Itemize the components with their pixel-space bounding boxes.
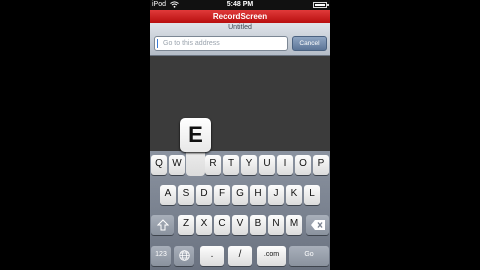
key-preview-popup: E bbox=[180, 118, 211, 176]
key-a[interactable]: A bbox=[160, 185, 176, 205]
key-k[interactable]: K bbox=[286, 185, 302, 205]
key-p[interactable]: P bbox=[313, 155, 329, 175]
key-preview-letter: E bbox=[180, 118, 211, 152]
page-title: Untitled bbox=[228, 24, 252, 31]
key-f[interactable]: F bbox=[214, 185, 230, 205]
shift-arrow-icon bbox=[156, 219, 169, 234]
go-key[interactable]: Go bbox=[289, 246, 329, 266]
dot-key[interactable]: . bbox=[200, 246, 224, 266]
key-j[interactable]: J bbox=[268, 185, 284, 205]
key-m[interactable]: M bbox=[286, 215, 302, 235]
cancel-button[interactable]: Cancel bbox=[292, 36, 327, 51]
battery-icon bbox=[313, 2, 329, 8]
status-time: 5:48 PM bbox=[226, 1, 254, 8]
shift-key[interactable] bbox=[151, 215, 174, 235]
address-input[interactable]: Go to this address bbox=[154, 36, 288, 51]
key-i[interactable]: I bbox=[277, 155, 293, 175]
key-z[interactable]: Z bbox=[178, 215, 194, 235]
app-title: RecordScreen bbox=[150, 10, 330, 23]
key-q[interactable]: Q bbox=[151, 155, 167, 175]
backspace-icon bbox=[310, 220, 325, 233]
key-d[interactable]: D bbox=[196, 185, 212, 205]
key-x[interactable]: X bbox=[196, 215, 212, 235]
web-content-area bbox=[150, 56, 330, 151]
globe-icon bbox=[178, 250, 190, 264]
key-v[interactable]: V bbox=[232, 215, 248, 235]
key-b[interactable]: B bbox=[250, 215, 266, 235]
dotcom-key[interactable]: .com bbox=[257, 246, 286, 266]
key-l[interactable]: L bbox=[304, 185, 320, 205]
key-y[interactable]: Y bbox=[241, 155, 257, 175]
key-n[interactable]: N bbox=[268, 215, 284, 235]
key-t[interactable]: T bbox=[223, 155, 239, 175]
status-bar: iPod 5:48 PM bbox=[150, 0, 330, 10]
globe-key[interactable] bbox=[174, 246, 194, 266]
keyboard: Q W E R T Y U I O P A S D F G H J K L Z … bbox=[150, 151, 330, 270]
numbers-key[interactable]: 123 bbox=[151, 246, 171, 266]
key-s[interactable]: S bbox=[178, 185, 194, 205]
backspace-key[interactable] bbox=[306, 215, 329, 235]
key-u[interactable]: U bbox=[259, 155, 275, 175]
key-h[interactable]: H bbox=[250, 185, 266, 205]
device-screen: iPod 5:48 PM RecordScreen Untitled Go to… bbox=[150, 0, 330, 270]
key-o[interactable]: O bbox=[295, 155, 311, 175]
key-g[interactable]: G bbox=[232, 185, 248, 205]
key-c[interactable]: C bbox=[214, 215, 230, 235]
slash-key[interactable]: / bbox=[228, 246, 252, 266]
address-bar: Untitled Go to this address Cancel bbox=[150, 23, 330, 56]
